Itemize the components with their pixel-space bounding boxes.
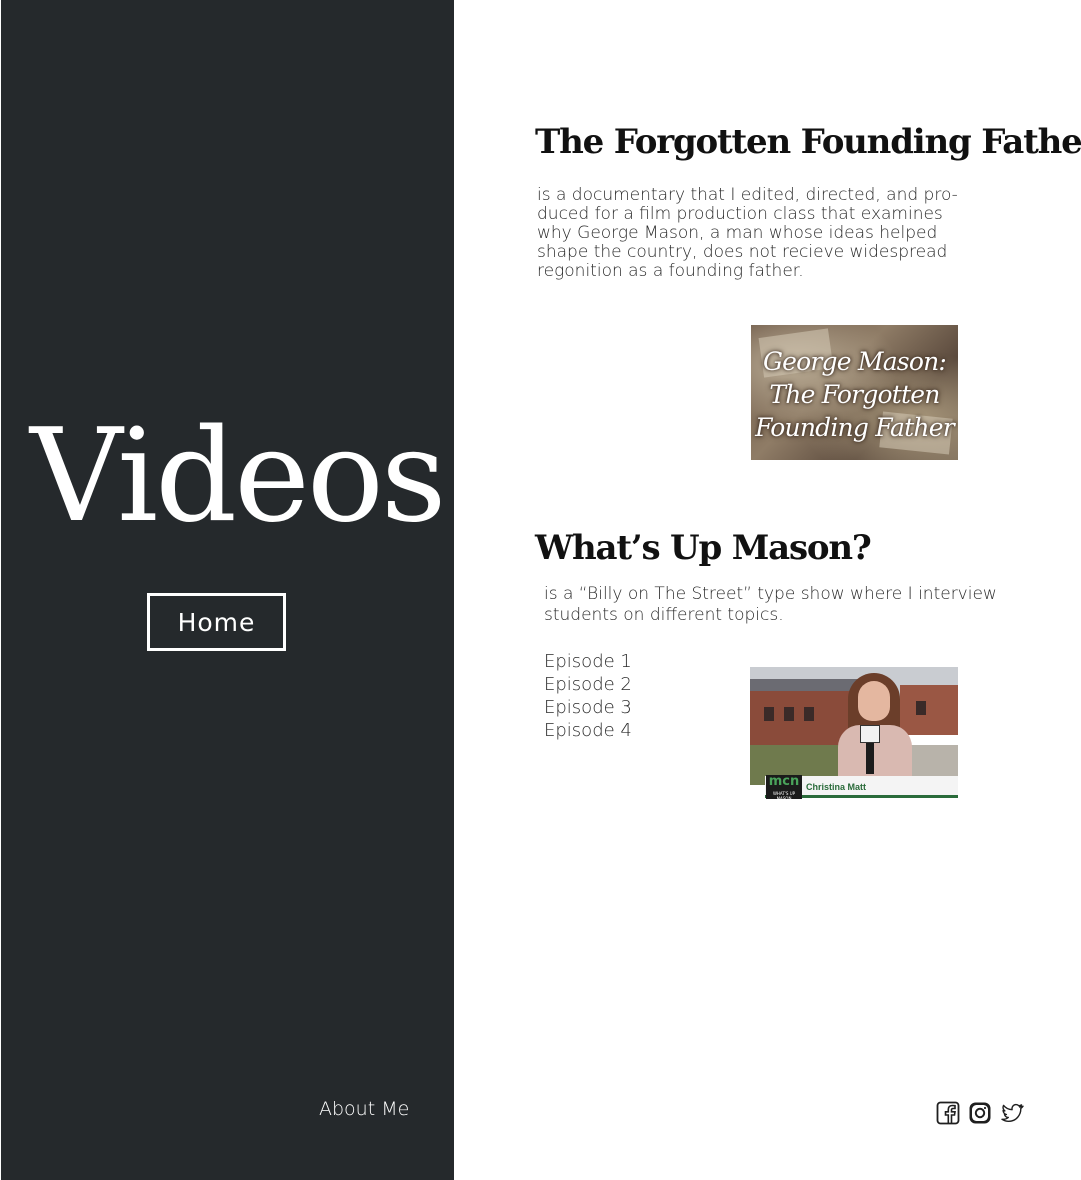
thumbnail-caption: George Mason: The Forgotten Founding Fat… <box>751 345 958 444</box>
documentary-heading: The Forgotten Founding Father <box>535 122 1081 162</box>
microphone-handle <box>866 742 874 774</box>
microphone-icon <box>860 725 880 743</box>
building-window <box>804 707 814 721</box>
instagram-icon[interactable] <box>968 1101 992 1125</box>
building-window <box>916 701 926 715</box>
episode-3-link[interactable]: Episode 3 <box>544 696 632 719</box>
whats-up-mason-video-thumbnail[interactable]: mcn WHAT'S UP MASON Christina Matt <box>750 667 958 801</box>
interviewer-name-label: Christina Matt <box>806 782 867 792</box>
episode-1-link[interactable]: Episode 1 <box>544 650 632 673</box>
thumbnail-caption-line: George Mason: <box>762 347 947 376</box>
about-me-link[interactable]: About Me <box>319 1098 409 1120</box>
whats-up-mason-description: is a “Billy on The Street” type show whe… <box>544 584 997 625</box>
building-window <box>764 707 774 721</box>
facebook-icon[interactable] <box>936 1101 960 1125</box>
thumbnail-caption-line: The Forgotten <box>769 380 940 409</box>
twitter-icon[interactable] <box>1000 1101 1024 1125</box>
home-button[interactable]: Home <box>147 593 286 651</box>
sidebar: Videos Home About Me <box>1 0 454 1180</box>
building-window <box>784 707 794 721</box>
thumbnail-caption-line: Founding Father <box>755 413 955 442</box>
whats-up-mason-heading: What’s Up Mason? <box>535 528 872 568</box>
social-links <box>936 1101 1024 1125</box>
mcn-logo-subtext: WHAT'S UP MASON <box>772 791 796 801</box>
episode-2-link[interactable]: Episode 2 <box>544 673 632 696</box>
documentary-video-thumbnail[interactable]: George Mason: The Forgotten Founding Fat… <box>751 325 958 460</box>
documentary-description: is a documentary that I edited, directed… <box>537 185 958 281</box>
brick-building <box>900 685 958 735</box>
episode-4-link[interactable]: Episode 4 <box>544 719 632 742</box>
page-title: Videos <box>30 402 447 551</box>
episode-list: Episode 1 Episode 2 Episode 3 Episode 4 <box>544 650 632 742</box>
interviewer-face <box>858 681 890 721</box>
